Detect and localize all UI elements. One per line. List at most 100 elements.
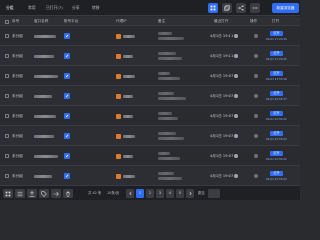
open-button[interactable]: 打开 (269, 151, 283, 156)
header-last-opened[interactable]: 最近打开 (214, 17, 228, 26)
tab-transfer[interactable]: 转移 (92, 4, 100, 12)
open-button[interactable]: 打开 (269, 171, 283, 176)
row-note (158, 166, 182, 186)
row-edit-button[interactable] (64, 166, 70, 186)
footer-move-button[interactable] (51, 189, 61, 198)
pin-icon (254, 74, 258, 78)
table-row[interactable]: 未分组 4月1日 19:11 打开 04-01 17:20:45 (0, 26, 300, 46)
pencil-icon (65, 34, 69, 38)
page-4[interactable]: 4 (166, 189, 174, 198)
row-pin-button[interactable] (254, 86, 258, 106)
copy-button[interactable] (222, 3, 232, 13)
table-row[interactable]: 未分组 4月1日 19:07 打开 04-01 22:55:22 (0, 106, 300, 126)
open-button[interactable]: 打开 (269, 51, 283, 56)
pin-icon (254, 114, 258, 118)
row-pin-button[interactable] (254, 126, 258, 146)
row-pin-button[interactable] (254, 106, 258, 126)
row-checkbox[interactable] (5, 166, 9, 186)
table-row[interactable]: 未分组 4月1日 19:07 打开 04-01 22:55:02 (0, 126, 300, 146)
select-all-checkbox[interactable] (5, 17, 9, 26)
pin-icon (254, 54, 258, 58)
row-edit-button[interactable] (64, 26, 70, 46)
header-window-name[interactable]: 窗口名称 (34, 17, 48, 26)
row-open: 打开 04-01 23:55:37 (266, 86, 287, 106)
pencil-icon (65, 154, 69, 158)
table-row[interactable]: 未分组 4月1日 19:11 打开 04-01 17:20:45 (0, 46, 300, 66)
row-window-name (34, 146, 58, 166)
row-pin-button[interactable] (254, 66, 258, 86)
next-page-button[interactable] (186, 189, 194, 198)
row-last-opened: 4月1日 19:07 (210, 66, 238, 86)
open-button[interactable]: 打开 (269, 71, 283, 76)
header-platform[interactable]: 账号平台 (64, 17, 78, 26)
prev-page-button[interactable] (126, 189, 134, 198)
last-opened-time: 4月1日 19:07 (210, 153, 234, 158)
header-note[interactable]: 备注 (158, 17, 165, 26)
footer-export-button[interactable] (27, 189, 37, 198)
row-checkbox[interactable] (5, 66, 9, 86)
header-open[interactable]: 打开 (272, 17, 279, 26)
row-checkbox[interactable] (5, 46, 9, 66)
row-edit-button[interactable] (64, 106, 70, 126)
pin-icon (254, 174, 258, 178)
tab-common[interactable]: 常用 (28, 4, 36, 12)
row-checkbox[interactable] (5, 26, 9, 46)
top-toolbar: 分组 常用 已打开(7) 分享 转移 新建浏览器 (0, 0, 300, 16)
header-actions[interactable]: 操作 (250, 17, 257, 26)
row-last-opened: 4月1日 19:07 (210, 86, 238, 106)
footer-delete-button[interactable] (63, 189, 73, 198)
page-5[interactable]: 5 (176, 189, 184, 198)
chevron-right-icon (189, 191, 192, 196)
row-pin-button[interactable] (254, 46, 258, 66)
row-edit-button[interactable] (64, 46, 70, 66)
row-last-opened: 4月1日 19:11 (210, 26, 238, 46)
clock-icon (234, 54, 238, 58)
footer-tag-button[interactable] (39, 189, 49, 198)
row-note (158, 66, 180, 86)
table-row[interactable]: 未分组 4月1日 19:07 打开 04-01 23:55:58 (0, 66, 300, 86)
row-edit-button[interactable] (64, 86, 70, 106)
grid-view-button[interactable] (208, 3, 218, 13)
row-checkbox[interactable] (5, 146, 9, 166)
footer-grid-button[interactable] (3, 189, 13, 198)
page-3[interactable]: 3 (156, 189, 164, 198)
row-window-name (34, 166, 52, 186)
chevron-left-icon (128, 191, 131, 196)
row-edit-button[interactable] (64, 66, 70, 86)
row-pin-button[interactable] (254, 166, 258, 186)
per-page-select[interactable]: 10条/页 (107, 189, 119, 198)
row-proxy (116, 146, 133, 166)
table-row[interactable]: 未分组 4月1日 19:07 打开 04-01 22:55:02 (0, 166, 300, 186)
goto-input[interactable] (208, 189, 220, 198)
footer-list-button[interactable] (15, 189, 25, 198)
header-proxy[interactable]: 代理IP (116, 17, 126, 26)
open-button[interactable]: 打开 (269, 31, 283, 36)
table-row[interactable]: 未分组 4月1日 19:07 打开 04-01 22:55:22 (0, 146, 300, 166)
table-row[interactable]: 未分组 4月1日 19:07 打开 04-01 23:55:37 (0, 86, 300, 106)
open-button[interactable]: 打开 (269, 91, 283, 96)
tab-opened[interactable]: 已打开(7) (46, 4, 63, 12)
row-group: 未分组 (12, 73, 23, 78)
page-1[interactable]: 1 (136, 189, 144, 198)
open-button[interactable]: 打开 (269, 131, 283, 136)
row-checkbox[interactable] (5, 126, 9, 146)
header-index[interactable]: 序号 (12, 17, 19, 26)
new-browser-button[interactable]: 新建浏览器 (272, 3, 299, 13)
row-pin-button[interactable] (254, 146, 258, 166)
row-pin-button[interactable] (254, 26, 258, 46)
pin-icon (254, 34, 258, 38)
row-checkbox[interactable] (5, 106, 9, 126)
row-edit-button[interactable] (64, 146, 70, 166)
share-button[interactable] (236, 3, 246, 13)
tab-share[interactable]: 分享 (72, 4, 80, 12)
clock-icon (234, 34, 238, 38)
more-button[interactable] (250, 3, 260, 13)
open-button[interactable]: 打开 (269, 111, 283, 116)
page-2[interactable]: 2 (146, 189, 154, 198)
open-date: 04-01 22:55:22 (266, 157, 287, 161)
row-checkbox[interactable] (5, 86, 9, 106)
tab-group[interactable]: 分组 (6, 4, 14, 12)
row-edit-button[interactable] (64, 126, 70, 146)
clock-icon (234, 154, 238, 158)
pencil-icon (65, 94, 69, 98)
